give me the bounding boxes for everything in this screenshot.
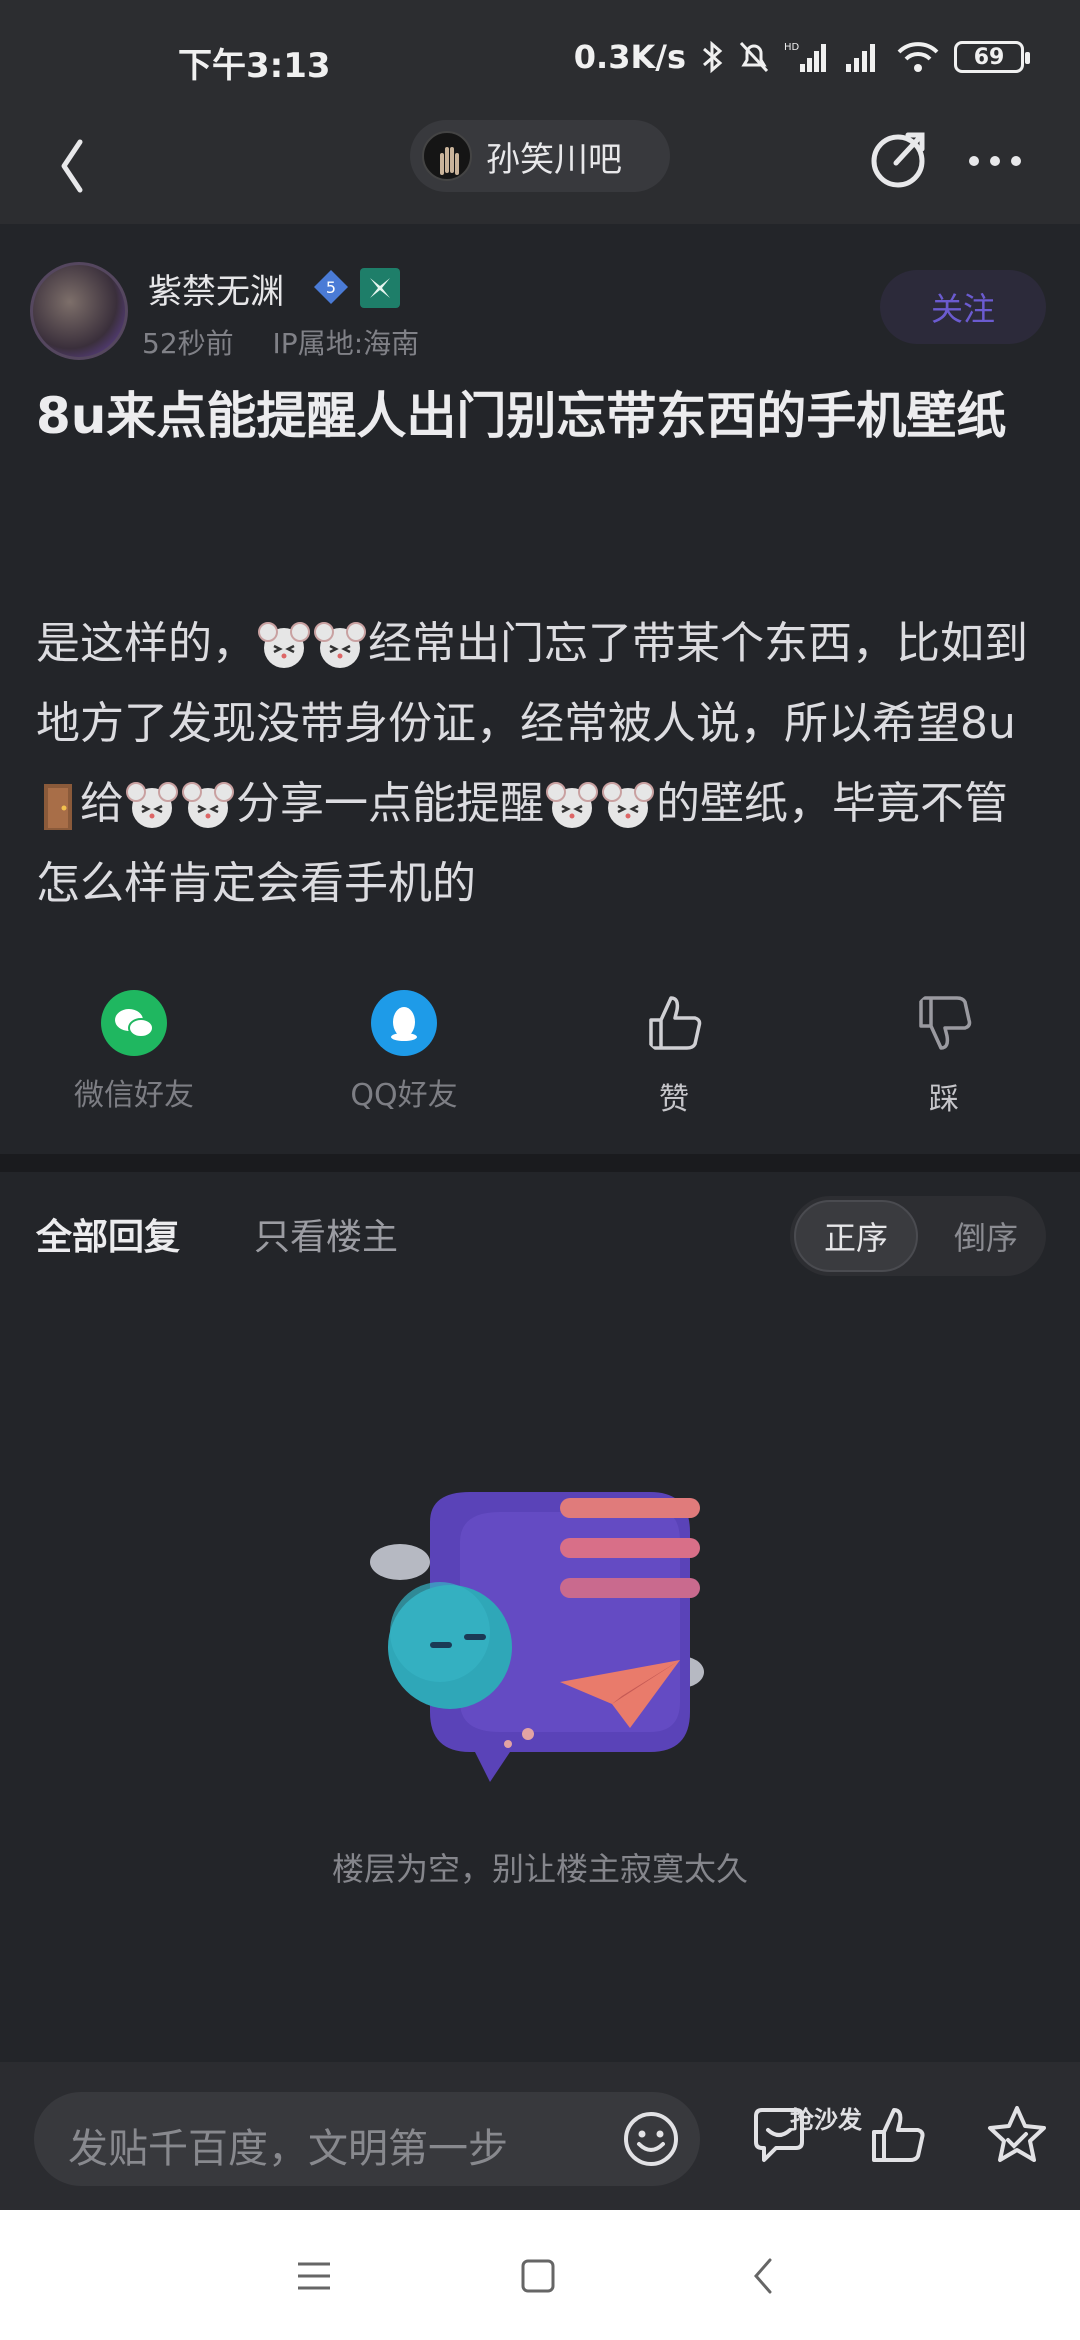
- sort-asc-button[interactable]: 正序: [794, 1200, 918, 1272]
- favorite-star-icon[interactable]: [984, 2102, 1050, 2168]
- home-square-icon[interactable]: [516, 2254, 560, 2298]
- signal-hd-icon: HD: [784, 42, 826, 72]
- post-time: 52秒前: [142, 327, 234, 360]
- share-qq-button[interactable]: QQ好友: [304, 990, 504, 1114]
- more-menu-icon[interactable]: [960, 125, 1030, 195]
- sort-order-toggle[interactable]: 正序 倒序: [790, 1196, 1046, 1276]
- replies-section: 全部回复 只看楼主 正序 倒序 楼层为空，别让楼主寂寞太久: [0, 1172, 1080, 2062]
- status-bar: 下午3:13 0.3K/s HD 69: [0, 0, 1080, 120]
- post-title: 8u来点能提醒人出门别忘带东西的手机壁纸: [36, 387, 1007, 445]
- thumbs-down-icon: [919, 996, 972, 1050]
- post-content: 紫禁无渊 5 52秒前 IP属地:海南 关注 8u来点能提醒人出门别忘带东西的手…: [0, 224, 1080, 1154]
- reply-input-placeholder: 发贴千百度，文明第一步: [68, 2126, 508, 2172]
- wechat-icon: [101, 990, 167, 1056]
- tab-op-only[interactable]: 只看楼主: [254, 1208, 398, 1260]
- svg-text:5: 5: [326, 278, 336, 297]
- qq-label: QQ好友: [350, 1078, 458, 1113]
- empty-floor-illustration: [370, 1492, 704, 1782]
- wifi-icon: [897, 42, 939, 72]
- system-navigation-bar: [0, 2210, 1080, 2340]
- author-avatar[interactable]: [30, 262, 128, 360]
- back-arrow-icon[interactable]: [42, 130, 122, 210]
- grab-sofa-label: 抢沙发: [790, 2106, 862, 2134]
- dislike-label: 踩: [929, 1082, 959, 1117]
- reply-input[interactable]: 发贴千百度，文明第一步: [34, 2092, 700, 2186]
- like-button[interactable]: 赞: [574, 990, 774, 1118]
- mute-bell-icon: [739, 41, 769, 73]
- system-back-icon[interactable]: [742, 2254, 786, 2298]
- ip-location: IP属地:海南: [272, 327, 420, 360]
- thumbs-up-icon: [649, 996, 702, 1050]
- share-icon[interactable]: [864, 125, 934, 195]
- body-text: 是这样的，: [36, 618, 256, 669]
- emoji-smile-icon[interactable]: [620, 2108, 682, 2170]
- post-body: 是这样的， 经常出门忘了带某个东西，比如到地方了发现没带身份证，经常被人说，所以希…: [36, 604, 1046, 924]
- battery-level: 69: [973, 44, 1005, 70]
- body-text: 分享一点能提醒: [236, 778, 544, 829]
- qq-penguin-icon: [371, 990, 437, 1056]
- forum-name: 孙笑川吧: [486, 139, 622, 180]
- bottom-action-bar: 发贴千百度，文明第一步 抢沙发: [0, 2062, 1080, 2210]
- status-time: 下午3:13: [178, 46, 331, 86]
- empty-state-text: 楼层为空，别让楼主寂寞太久: [331, 1850, 748, 1888]
- top-nav-bar: 孙笑川吧: [0, 120, 1080, 224]
- share-wechat-button[interactable]: 微信好友: [34, 990, 234, 1114]
- author-meta: 52秒前 IP属地:海南: [142, 322, 419, 362]
- mouse-emoji-icon: [126, 782, 234, 828]
- follow-button[interactable]: 关注: [880, 270, 1046, 344]
- like-label: 赞: [659, 1082, 689, 1117]
- forum-avatar: [422, 131, 472, 181]
- recents-menu-icon[interactable]: [292, 2254, 336, 2298]
- mouse-emoji-icon: [258, 622, 366, 668]
- sort-desc-button[interactable]: 倒序: [930, 1200, 1042, 1272]
- mouse-emoji-icon: [546, 782, 654, 828]
- thumbs-up-icon[interactable]: [866, 2102, 932, 2168]
- dislike-button[interactable]: 踩: [844, 990, 1044, 1118]
- door-emoji-icon: [44, 784, 72, 830]
- wechat-label: 微信好友: [74, 1078, 194, 1113]
- signal-icon: [846, 44, 875, 72]
- section-divider: [0, 1154, 1080, 1172]
- bluetooth-icon: [703, 40, 723, 74]
- post-actions: 微信好友 QQ好友 赞 踩: [0, 990, 1080, 1120]
- member-badge-icon: [360, 268, 400, 308]
- level-diamond-icon: 5: [314, 270, 348, 304]
- battery-icon: 69: [954, 41, 1030, 73]
- tab-all-replies[interactable]: 全部回复: [36, 1208, 180, 1260]
- forum-name-pill[interactable]: 孙笑川吧: [410, 120, 670, 192]
- svg-text:HD: HD: [784, 42, 800, 53]
- body-text: 给: [80, 778, 124, 829]
- net-speed: 0.3K/s: [573, 38, 686, 76]
- status-icons: 0.3K/s HD 69: [573, 38, 1030, 76]
- hand-icon: [440, 147, 459, 175]
- author-name[interactable]: 紫禁无渊: [148, 264, 284, 313]
